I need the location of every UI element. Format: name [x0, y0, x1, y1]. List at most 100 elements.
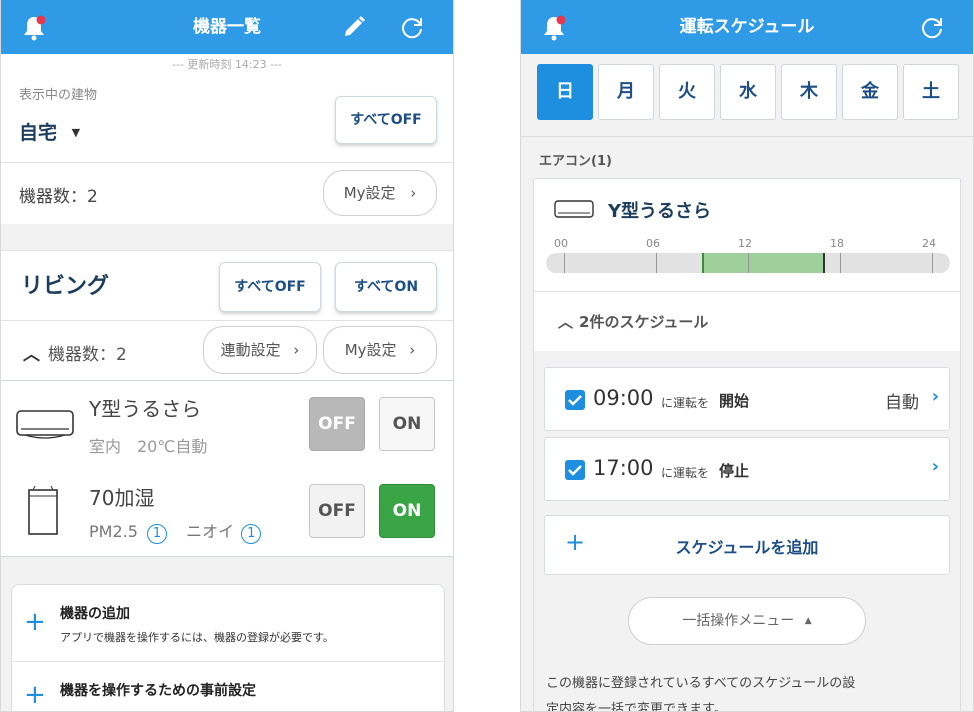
pm25-label: PM2.5 — [89, 522, 138, 541]
timeline-start-marker — [701, 253, 704, 273]
tab-sunday[interactable]: 日 — [537, 64, 593, 120]
room-my-settings-label: My設定 — [344, 341, 397, 359]
menu-item-title: 機器を操作するための事前設定 — [60, 683, 256, 699]
device-schedule-card: Y型うるさら 00 06 12 18 24 ︿ 2件のスケジュール 09:00 に… — [533, 178, 961, 712]
menu-item-title: 機器の追加 — [60, 606, 130, 622]
pm25-value: 1 — [147, 524, 167, 544]
all-off-button[interactable]: すべてOFF — [335, 96, 437, 144]
schedule-connector: に運転を — [661, 466, 710, 480]
timeline-tick — [747, 253, 749, 273]
section-gap — [1, 224, 453, 250]
add-schedule-label: スケジュールを追加 — [675, 538, 819, 557]
caret-down-icon: ▼ — [71, 126, 81, 139]
air-conditioner-icon — [16, 410, 74, 439]
schedule-connector: に運転を — [661, 396, 710, 410]
timeline-bar — [546, 253, 950, 273]
refresh-icon[interactable] — [399, 14, 425, 40]
divider — [534, 291, 960, 292]
chevron-right-icon: › — [410, 184, 417, 202]
tab-saturday[interactable]: 土 — [903, 64, 959, 120]
updated-time: --- 更新時刻 14:23 --- — [171, 58, 282, 71]
app-header: 機器一覧 — [1, 0, 453, 54]
device-row[interactable]: Y型うるさら 室内 20℃自動 OFF ON — [1, 381, 453, 467]
edit-icon[interactable] — [341, 14, 367, 40]
device-count: 機器数：2 — [19, 187, 98, 207]
add-device-item[interactable]: + 機器の追加 アプリで機器を操作するには、機器の登録が必要です。 — [12, 585, 444, 661]
tab-friday[interactable]: 金 — [842, 64, 898, 120]
divider — [1, 320, 453, 321]
room-all-on-button[interactable]: すべてON — [335, 262, 437, 312]
device-row[interactable]: 70加湿 PM2.5 1 ニオイ 1 OFF ON — [1, 470, 453, 554]
bulk-description-line: 定内容を一括で変更できます。 — [546, 702, 727, 712]
link-settings-label: 連動設定 — [220, 341, 281, 359]
bulk-menu-button[interactable]: 一括操作メニュー ▲ — [628, 597, 866, 645]
my-settings-label: My設定 — [343, 184, 396, 202]
chevron-up-icon: ︿ — [558, 313, 574, 331]
menu-item-desc: アプリで機器を操作するには、機器の登録が必要です。 — [60, 631, 334, 644]
bulk-description: この機器に登録されているすべてのスケジュールの設 定内容を一括で変更できます。 — [546, 671, 856, 712]
timeline-tick — [564, 253, 565, 273]
chevron-up-icon: ︿ — [23, 345, 40, 365]
room-collapse-toggle[interactable]: ︿ 機器数：2 — [23, 340, 127, 365]
device-status: 室内 20℃自動 — [89, 437, 208, 456]
plus-icon: + — [24, 607, 46, 637]
device-off-button[interactable]: OFF — [309, 484, 365, 538]
odor-value: 1 — [241, 524, 262, 544]
schedule-count: 2件のスケジュール — [579, 313, 709, 331]
tick-label: 24 — [922, 237, 936, 250]
schedule-item[interactable]: 17:00 に運転を 停止 › — [544, 437, 950, 501]
building-name: 自宅 — [19, 122, 58, 144]
checkbox-checked-icon[interactable] — [565, 390, 585, 410]
checkbox-checked-icon[interactable] — [565, 460, 585, 480]
chevron-right-icon: › — [931, 386, 939, 407]
schedule-time: 09:00 — [593, 386, 654, 410]
tick-label: 06 — [646, 237, 660, 250]
schedule-item[interactable]: 09:00 に運転を 開始 自動 › — [544, 367, 950, 431]
refresh-icon[interactable] — [919, 14, 945, 40]
device-on-button[interactable]: ON — [379, 397, 435, 451]
add-schedule-button[interactable]: + スケジュールを追加 — [544, 515, 950, 575]
bulk-description-line: この機器に登録されているすべてのスケジュールの設 — [546, 676, 856, 691]
divider — [1, 250, 453, 251]
my-settings-button[interactable]: My設定 › — [323, 170, 437, 216]
building-select[interactable]: 自宅 ▼ — [19, 118, 80, 145]
room-all-off-button[interactable]: すべてOFF — [219, 262, 321, 312]
tab-monday[interactable]: 月 — [598, 64, 654, 120]
pre-setup-item[interactable]: + 機器を操作するための事前設定 — [12, 662, 444, 711]
tick-label: 00 — [554, 237, 568, 250]
bulk-menu-label: 一括操作メニュー — [682, 613, 795, 629]
timeline-tick — [839, 253, 841, 273]
tab-thursday[interactable]: 木 — [781, 64, 837, 120]
tick-label: 18 — [830, 237, 844, 250]
tab-tuesday[interactable]: 火 — [659, 64, 715, 120]
page-title: 運転スケジュール — [679, 17, 815, 37]
air-conditioner-icon — [554, 200, 594, 218]
device-on-button[interactable]: ON — [379, 484, 435, 538]
plus-icon: + — [24, 680, 46, 710]
link-settings-button[interactable]: 連動設定 › — [203, 326, 317, 374]
timeline-active-range — [701, 253, 825, 273]
device-name: 70加湿 — [89, 486, 155, 510]
schedule-action: 停止 — [719, 462, 750, 480]
tab-wednesday[interactable]: 水 — [720, 64, 776, 120]
chevron-right-icon: › — [931, 456, 939, 477]
room-my-settings-button[interactable]: My設定 › — [323, 326, 437, 374]
divider — [521, 136, 973, 137]
timeline: 00 06 12 18 24 — [546, 235, 950, 275]
schedule-collapse-toggle[interactable]: ︿ 2件のスケジュール — [558, 311, 708, 332]
tick-label: 12 — [738, 237, 752, 250]
schedule-screen: 運転スケジュール 日 月 火 水 木 金 土 エアコン(1) Y型うるさら 00… — [520, 0, 974, 712]
sensor-readings: PM2.5 1 ニオイ 1 — [89, 518, 262, 544]
odor-label: ニオイ — [186, 522, 235, 541]
device-list-screen: 機器一覧 --- 更新時刻 14:23 --- 表示中の建物 自宅 ▼ すべてO… — [0, 0, 454, 712]
schedule-mode: 自動 — [885, 393, 919, 413]
timeline-tick — [931, 253, 933, 273]
chevron-right-icon: › — [293, 341, 300, 359]
setup-menu-card: + 機器の追加 アプリで機器を操作するには、機器の登録が必要です。 + 機器を操… — [11, 584, 445, 711]
schedule-time: 17:00 — [593, 456, 654, 480]
section-label: エアコン(1) — [539, 154, 612, 169]
timeline-end-marker — [822, 253, 825, 273]
device-name: Y型うるさら — [89, 397, 202, 421]
device-name: Y型うるさら — [608, 201, 712, 222]
device-off-button[interactable]: OFF — [309, 397, 365, 451]
